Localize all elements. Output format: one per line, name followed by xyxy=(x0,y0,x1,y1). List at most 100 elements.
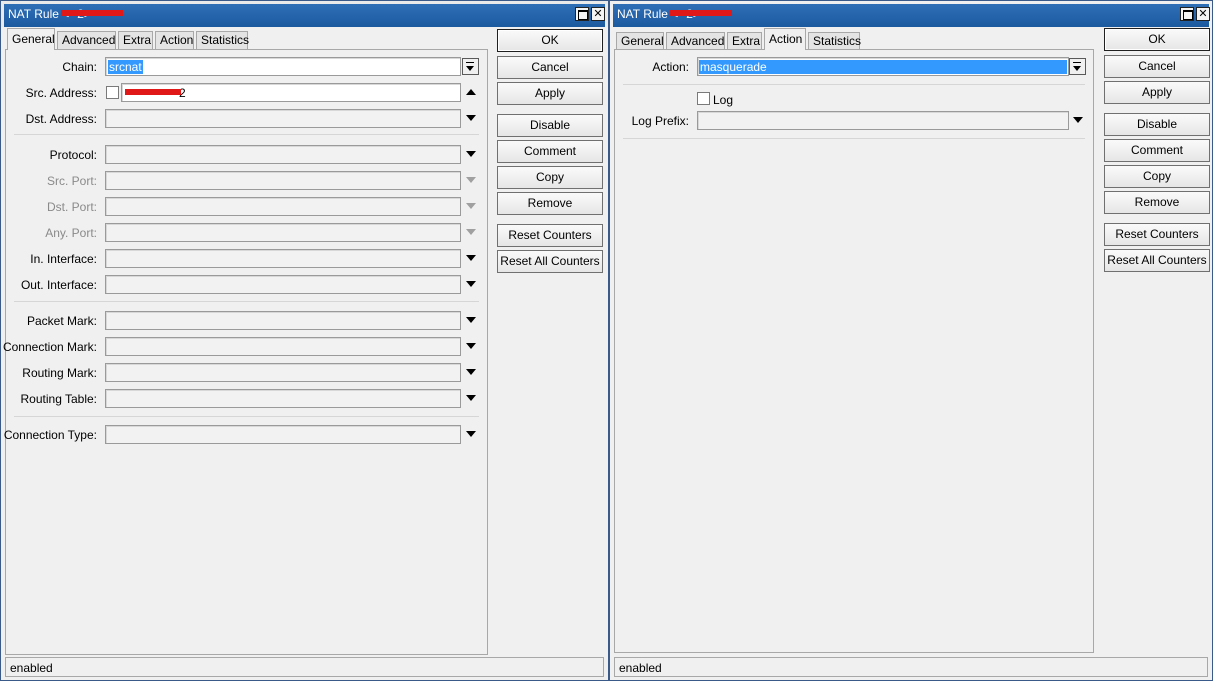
src-port-dropdown-icon xyxy=(466,177,476,183)
chain-value: srcnat xyxy=(108,60,143,74)
disable-button[interactable]: Disable xyxy=(497,114,603,137)
log-prefix-dropdown-icon[interactable] xyxy=(1073,117,1083,123)
routing-mark-field[interactable] xyxy=(105,363,461,382)
packet-mark-field[interactable] xyxy=(105,311,461,330)
protocol-dropdown-icon[interactable] xyxy=(466,151,476,157)
connection-mark-label: Connection Mark: xyxy=(2,340,97,354)
log-label: Log xyxy=(713,93,734,107)
routing-table-dropdown-icon[interactable] xyxy=(466,395,476,401)
status-text: enabled xyxy=(619,661,662,675)
action-panel: Action: masquerade Log Log Prefix: xyxy=(614,49,1094,653)
cancel-button[interactable]: Cancel xyxy=(1104,55,1210,78)
window-title: NAT Rule <2> xyxy=(617,7,733,21)
copy-button[interactable]: Copy xyxy=(1104,165,1210,188)
routing-mark-dropdown-icon[interactable] xyxy=(466,369,476,375)
remove-button[interactable]: Remove xyxy=(1104,191,1210,214)
dst-port-label: Dst. Port: xyxy=(46,200,97,214)
tab-general[interactable]: General xyxy=(7,28,55,50)
chain-field[interactable]: srcnat xyxy=(105,57,461,76)
separator xyxy=(14,301,479,302)
routing-table-field[interactable] xyxy=(105,389,461,408)
tab-advanced[interactable]: Advanced xyxy=(57,31,116,50)
separator xyxy=(623,138,1085,139)
ok-button[interactable]: OK xyxy=(497,29,603,52)
status-bar: enabled xyxy=(614,657,1208,677)
connection-type-field[interactable] xyxy=(105,425,461,444)
routing-table-label: Routing Table: xyxy=(20,392,98,406)
action-field[interactable]: masquerade xyxy=(697,57,1069,76)
reset-all-counters-button[interactable]: Reset All Counters xyxy=(497,250,603,273)
action-label: Action: xyxy=(652,60,689,74)
any-port-label: Any. Port: xyxy=(45,226,97,240)
redaction-mark xyxy=(61,9,124,16)
packet-mark-label: Packet Mark: xyxy=(26,314,97,328)
chain-label: Chain: xyxy=(62,60,97,74)
apply-button[interactable]: Apply xyxy=(1104,81,1210,104)
routing-mark-label: Routing Mark: xyxy=(22,366,97,380)
in-interface-field[interactable] xyxy=(105,249,461,268)
reset-counters-button[interactable]: Reset Counters xyxy=(497,224,603,247)
collapse-up-icon[interactable] xyxy=(466,89,476,95)
in-interface-label: In. Interface: xyxy=(30,252,97,266)
maximize-icon[interactable] xyxy=(1180,7,1194,21)
dst-address-dropdown-icon[interactable] xyxy=(466,115,476,121)
dst-port-dropdown-icon xyxy=(466,203,476,209)
comment-button[interactable]: Comment xyxy=(497,140,603,163)
comment-button[interactable]: Comment xyxy=(1104,139,1210,162)
remove-button[interactable]: Remove xyxy=(497,192,603,215)
reset-counters-button[interactable]: Reset Counters xyxy=(1104,223,1210,246)
status-text: enabled xyxy=(10,661,53,675)
connection-mark-field[interactable] xyxy=(105,337,461,356)
dst-address-field[interactable] xyxy=(105,109,461,128)
maximize-icon[interactable] xyxy=(575,7,589,21)
window-title-prefix: NAT Rule < xyxy=(8,7,70,21)
copy-button[interactable]: Copy xyxy=(497,166,603,189)
in-interface-dropdown-icon[interactable] xyxy=(466,255,476,261)
reset-all-counters-button[interactable]: Reset All Counters xyxy=(1104,249,1210,272)
title-bar[interactable]: NAT Rule <2> ✕ xyxy=(610,1,1212,27)
disable-button[interactable]: Disable xyxy=(1104,113,1210,136)
cancel-button[interactable]: Cancel xyxy=(497,56,603,79)
any-port-dropdown-icon xyxy=(466,229,476,235)
protocol-field[interactable] xyxy=(105,145,461,164)
log-prefix-label: Log Prefix: xyxy=(631,114,689,128)
out-interface-dropdown-icon[interactable] xyxy=(466,281,476,287)
src-address-field[interactable]: 2 xyxy=(121,83,461,102)
connection-mark-dropdown-icon[interactable] xyxy=(466,343,476,349)
status-bar: enabled xyxy=(5,657,604,677)
close-icon[interactable]: ✕ xyxy=(1196,7,1210,21)
separator xyxy=(14,134,479,135)
window-title-prefix: NAT Rule < xyxy=(617,7,679,21)
separator xyxy=(623,84,1085,85)
tab-statistics[interactable]: Statistics xyxy=(196,31,249,50)
action-dropdown-icon[interactable] xyxy=(1069,58,1086,75)
packet-mark-dropdown-icon[interactable] xyxy=(466,317,476,323)
ok-button[interactable]: OK xyxy=(1104,28,1210,51)
nat-rule-window-action: NAT Rule <2> ✕ General Advanced Extra Ac… xyxy=(609,0,1213,681)
action-value: masquerade xyxy=(699,60,1067,74)
connection-type-label: Connection Type: xyxy=(3,428,97,442)
tab-action[interactable]: Action xyxy=(764,28,806,50)
nat-rule-window-general: NAT Rule <2> ✕ General Advanced Extra Ac… xyxy=(0,0,609,681)
redaction-mark xyxy=(670,9,733,16)
chain-dropdown-icon[interactable] xyxy=(462,58,479,75)
src-port-field xyxy=(105,171,461,190)
out-interface-label: Out. Interface: xyxy=(20,278,97,292)
window-title: NAT Rule <2> xyxy=(8,7,124,21)
log-checkbox[interactable] xyxy=(697,92,710,105)
separator xyxy=(14,416,479,417)
any-port-field xyxy=(105,223,461,242)
src-port-label: Src. Port: xyxy=(46,174,97,188)
apply-button[interactable]: Apply xyxy=(497,82,603,105)
dst-address-label: Dst. Address: xyxy=(25,112,97,126)
title-bar[interactable]: NAT Rule <2> ✕ xyxy=(1,1,608,27)
connection-type-dropdown-icon[interactable] xyxy=(466,431,476,437)
src-address-label: Src. Address: xyxy=(25,86,97,100)
close-icon[interactable]: ✕ xyxy=(591,7,605,21)
tab-action[interactable]: Action xyxy=(155,31,194,50)
src-address-invert-checkbox[interactable] xyxy=(106,86,119,99)
log-prefix-field[interactable] xyxy=(697,111,1069,130)
tab-extra[interactable]: Extra xyxy=(118,31,153,50)
protocol-label: Protocol: xyxy=(49,148,97,162)
out-interface-field[interactable] xyxy=(105,275,461,294)
